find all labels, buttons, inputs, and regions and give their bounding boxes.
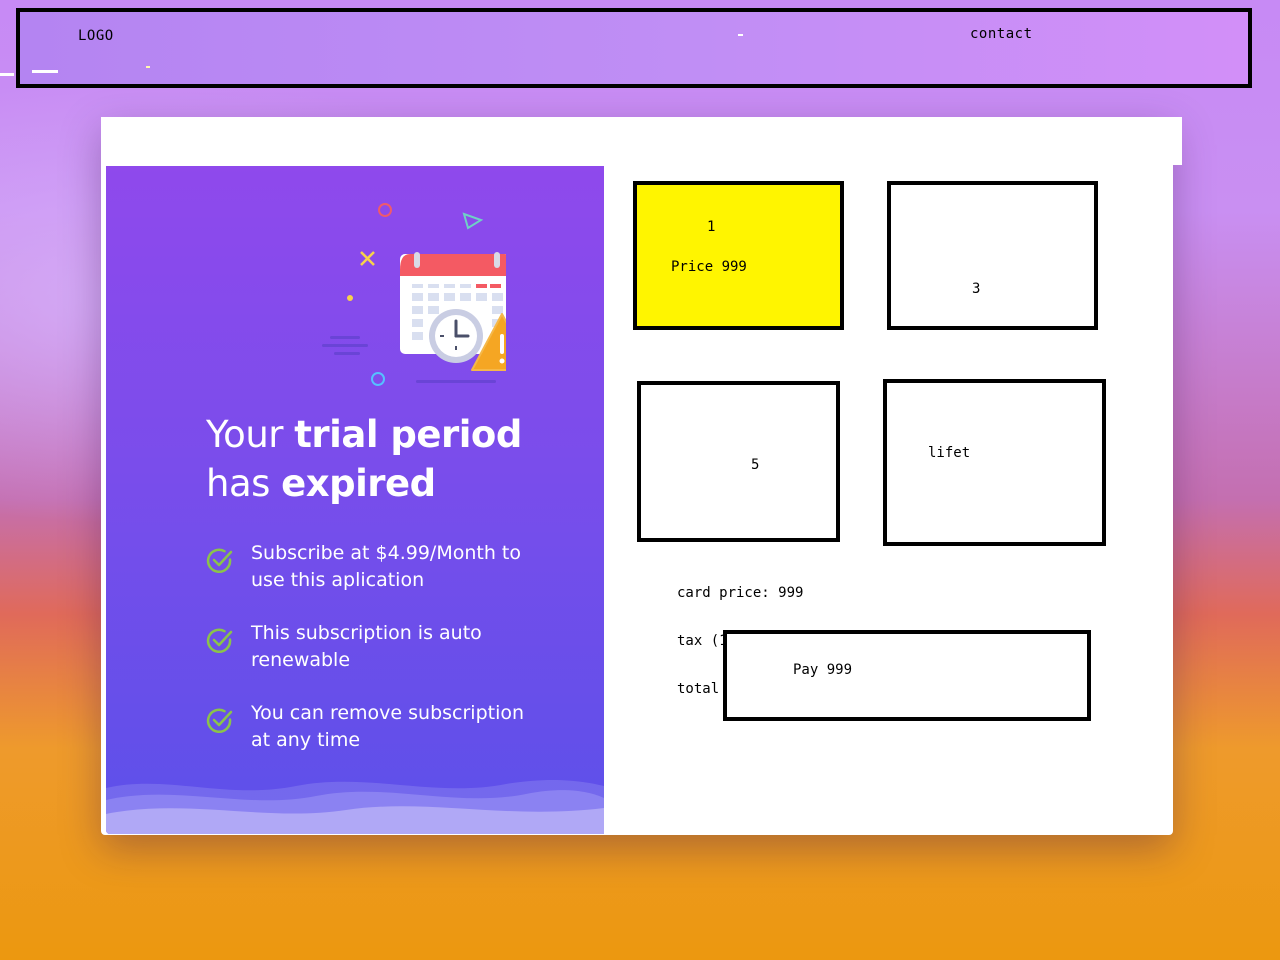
top-navbar: LOGO contact (16, 8, 1252, 88)
headline-emphasis: trial period (294, 413, 522, 456)
check-circle-icon (206, 708, 233, 734)
headline-text: has (206, 462, 282, 505)
benefit-text: Subscribe at $4.99/Month to use this apl… (251, 542, 521, 591)
nav-artifact (0, 73, 14, 76)
nav-artifact (738, 34, 743, 36)
headline-emphasis: expired (281, 462, 436, 505)
logo[interactable]: LOGO (78, 28, 114, 44)
plan-option-3[interactable]: 3 (887, 181, 1098, 330)
card-price-text: card price: 999 (677, 585, 804, 601)
pay-button[interactable]: Pay 999 (723, 630, 1091, 721)
plan-option-lifetime[interactable]: lifet (883, 379, 1106, 546)
check-circle-icon (206, 548, 233, 574)
plan-label: 5 (751, 457, 760, 473)
plan-price: Price 999 (671, 259, 747, 275)
benefit-item: Subscribe at $4.99/Month to use this apl… (206, 540, 536, 594)
nav-artifact (32, 70, 58, 73)
check-circle-icon (206, 628, 233, 654)
pay-button-label: Pay 999 (793, 662, 853, 678)
benefit-item: You can remove subscription at any time (206, 700, 536, 754)
nav-artifact (146, 66, 150, 68)
calendar-clock-warning-icon (322, 203, 506, 386)
plan-label: 1 (707, 219, 716, 235)
plan-option-1[interactable]: 1 Price 999 (633, 181, 844, 330)
plan-label: lifet (928, 445, 971, 461)
card-header-bar (101, 117, 1182, 165)
plan-label: 3 (972, 281, 981, 297)
benefit-item: This subscription is auto renewable (206, 620, 536, 674)
contact-link[interactable]: contact (970, 26, 1033, 42)
benefit-text: This subscription is auto renewable (251, 622, 482, 671)
headline-text: Your (206, 413, 295, 456)
wave-decoration (106, 780, 604, 834)
plan-option-5[interactable]: 5 (637, 381, 840, 542)
benefit-text: You can remove subscription at any time (251, 702, 525, 751)
trial-expired-panel: Your trial period has expired Subscribe … (106, 166, 604, 834)
trial-expired-headline: Your trial period has expired (206, 410, 586, 508)
